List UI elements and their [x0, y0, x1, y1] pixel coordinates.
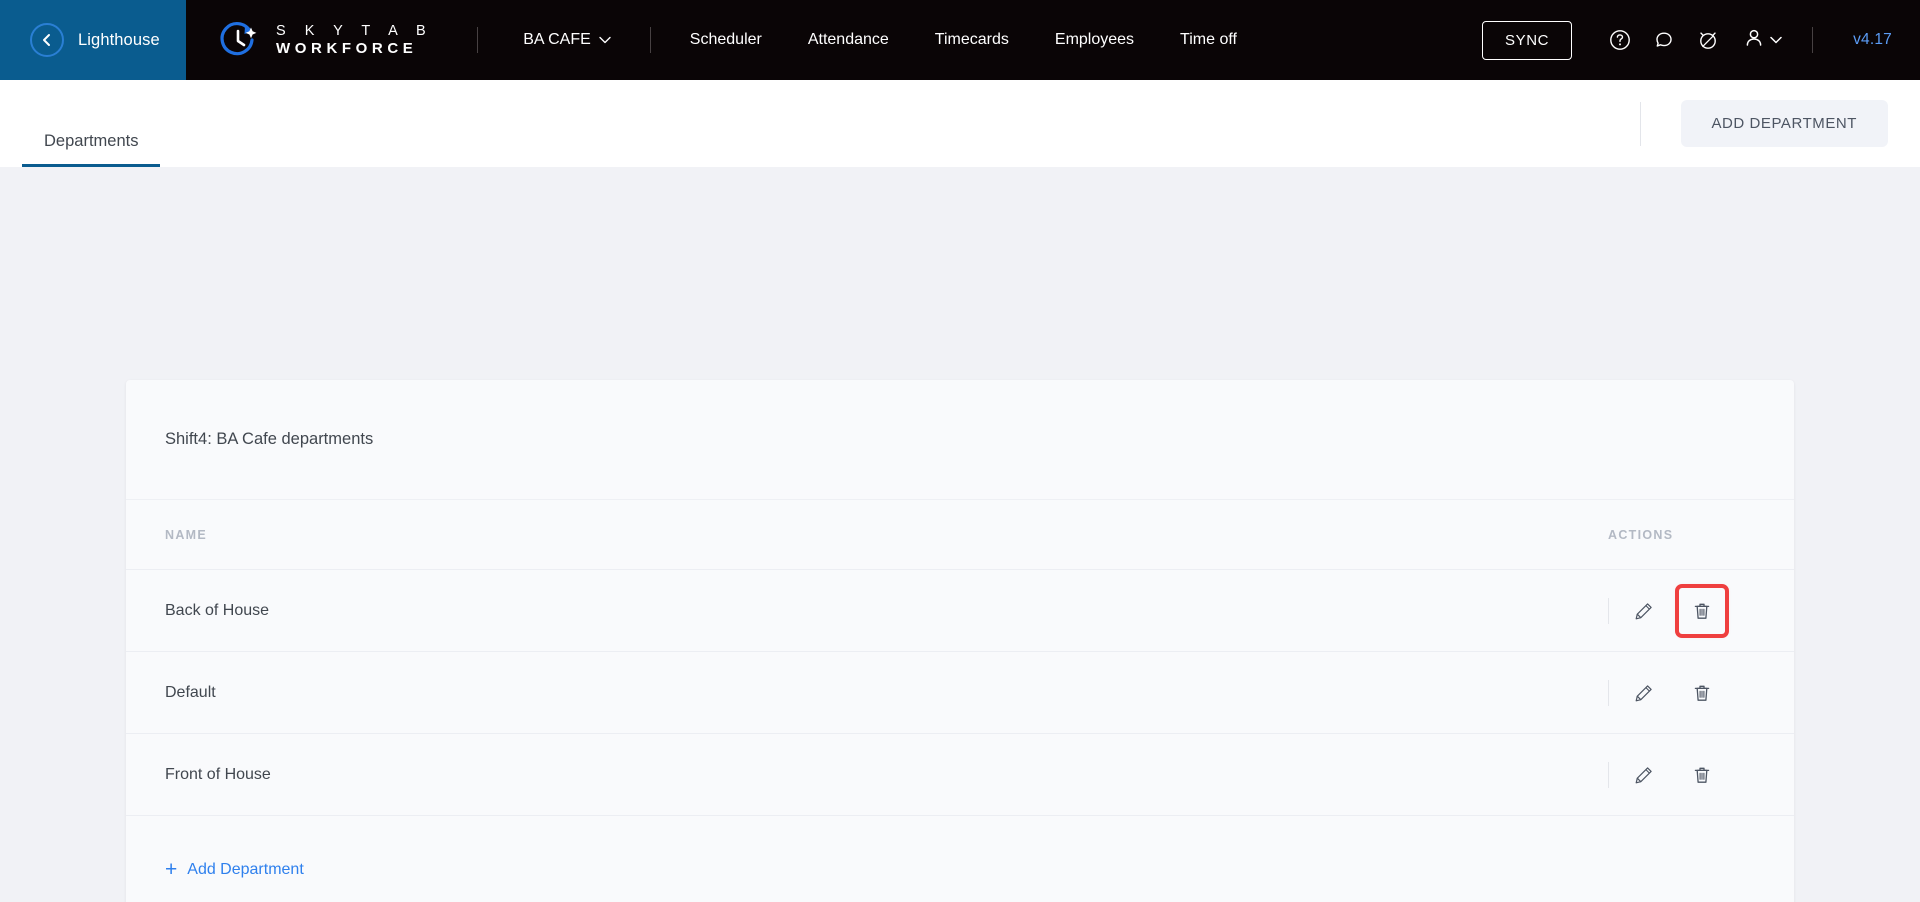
- table-header-row: NAME ACTIONS: [126, 500, 1794, 570]
- nav-item-timecards[interactable]: Timecards: [912, 0, 1032, 80]
- plus-icon: +: [165, 858, 178, 881]
- row-action-group: [1584, 583, 1794, 638]
- action-divider: [1608, 597, 1609, 624]
- chevron-left-icon: [30, 23, 64, 57]
- nav-item-time-off[interactable]: Time off: [1157, 0, 1260, 80]
- add-department-row: + Add Department: [126, 816, 1794, 902]
- action-divider: [1608, 679, 1609, 706]
- department-name: Front of House: [165, 765, 271, 783]
- user-account-menu[interactable]: [1730, 26, 1790, 55]
- nav-divider-2: [649, 27, 651, 53]
- nav-item-label: Employees: [1054, 31, 1135, 48]
- add-department-link[interactable]: + Add Department: [165, 859, 304, 880]
- tab-departments[interactable]: Departments: [22, 80, 161, 167]
- store-selector[interactable]: BA CAFE: [500, 0, 634, 80]
- nav-divider-3: [1812, 27, 1814, 53]
- sync-button[interactable]: SYNC: [1482, 20, 1573, 60]
- chevron-down-icon: [1770, 31, 1782, 49]
- trash-delete-icon[interactable]: [1675, 583, 1729, 638]
- brand-name-top: S K Y T A B: [276, 22, 434, 39]
- store-selector-label: BA CAFE: [523, 31, 591, 48]
- table-row: Default: [126, 652, 1794, 734]
- top-navigation-bar: Lighthouse S K Y T A B WORKFORCE BA CAFE…: [0, 0, 1920, 80]
- card-title: Shift4: BA Cafe departments: [165, 430, 374, 448]
- alarm-bell-icon[interactable]: [1686, 18, 1730, 62]
- question-circle-icon[interactable]: [1598, 18, 1642, 62]
- card-header: Shift4: BA Cafe departments: [126, 380, 1794, 500]
- pencil-edit-icon[interactable]: [1621, 588, 1667, 634]
- tab-label: Departments: [44, 132, 139, 150]
- table-row: Front of House: [126, 734, 1794, 816]
- row-action-group: [1584, 752, 1794, 798]
- department-name: Back of House: [165, 601, 270, 619]
- skytab-workforce-logo: S K Y T A B WORKFORCE: [186, 0, 455, 80]
- chevron-down-icon: [599, 31, 611, 49]
- column-header-actions: ACTIONS: [1608, 527, 1674, 542]
- user-account-icon: [1742, 26, 1766, 55]
- nav-item-label: Time off: [1180, 31, 1237, 48]
- back-to-lighthouse-button[interactable]: Lighthouse: [0, 0, 186, 80]
- skytab-clock-sparkle-logo: [216, 18, 260, 62]
- nav-divider-1: [477, 27, 479, 53]
- nav-item-label: Timecards: [934, 31, 1009, 48]
- add-department-button[interactable]: ADD DEPARTMENT: [1680, 100, 1888, 147]
- pencil-edit-icon[interactable]: [1621, 752, 1667, 798]
- action-divider: [1608, 761, 1609, 788]
- trash-delete-icon[interactable]: [1679, 752, 1725, 798]
- page-tab-bar: Departments ADD DEPARTMENT: [0, 80, 1920, 167]
- nav-item-label: Attendance: [807, 31, 889, 48]
- chat-bubble-icon[interactable]: [1642, 18, 1686, 62]
- tabbar-divider: [1639, 101, 1641, 146]
- add-department-link-label: Add Department: [187, 860, 304, 878]
- nav-item-employees[interactable]: Employees: [1032, 0, 1157, 80]
- nav-item-attendance[interactable]: Attendance: [785, 0, 912, 80]
- column-header-name: NAME: [165, 527, 208, 542]
- trash-delete-icon[interactable]: [1679, 670, 1725, 716]
- departments-card: Shift4: BA Cafe departments NAME ACTIONS…: [126, 380, 1794, 902]
- department-name: Default: [165, 683, 216, 701]
- app-version-label: v4.17: [1853, 31, 1892, 48]
- back-button-label: Lighthouse: [78, 30, 160, 49]
- table-row: Back of House: [126, 570, 1794, 652]
- nav-item-label: Scheduler: [689, 31, 762, 48]
- main-content-area: Shift4: BA Cafe departments NAME ACTIONS…: [0, 167, 1920, 902]
- nav-item-scheduler[interactable]: Scheduler: [667, 0, 785, 80]
- row-action-group: [1584, 670, 1794, 716]
- brand-name-bottom: WORKFORCE: [276, 40, 418, 58]
- pencil-edit-icon[interactable]: [1621, 670, 1667, 716]
